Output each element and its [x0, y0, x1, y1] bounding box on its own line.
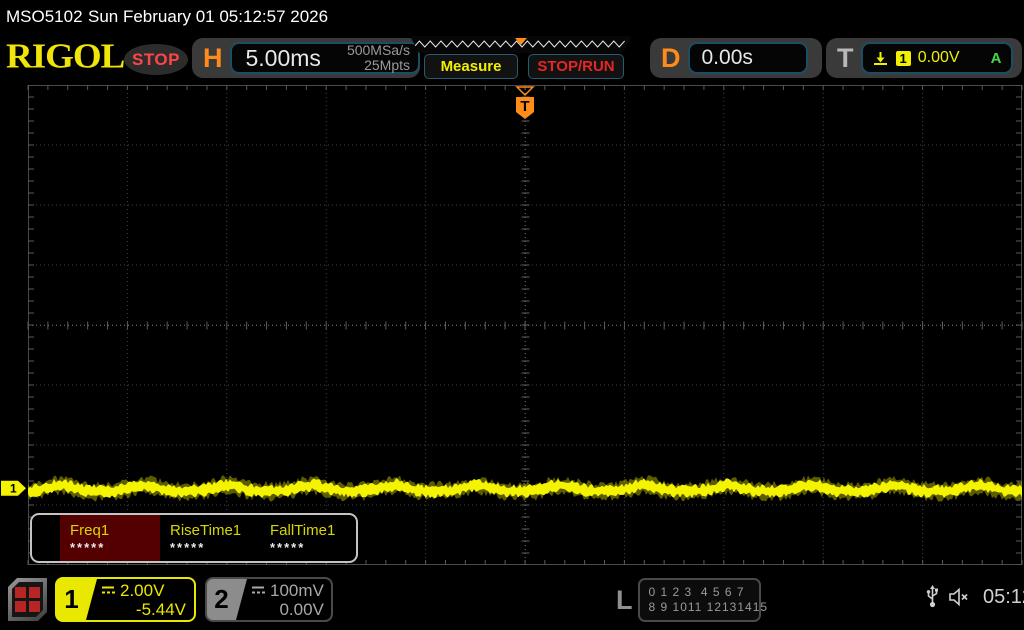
channel1-offset: -5.44V [135, 599, 186, 619]
channel2-scale: 100mV [270, 580, 324, 600]
channel1-status-box[interactable]: 1 2.00V -5.44V [55, 577, 196, 622]
logic-channels-box[interactable]: 0 1 2 3 4 5 6 7 8 9 1011 12131415 [637, 578, 769, 622]
measurement-panel[interactable]: Freq1 ***** RiseTime1 ***** FallTime1 **… [30, 513, 358, 563]
trigger-mode-auto: A [990, 49, 1002, 67]
measurement-value: ***** [170, 539, 206, 555]
memory-depth: 25Mpts [364, 57, 410, 73]
channel1-scale: 2.00V [120, 580, 165, 600]
trigger-level-value: 0.00V [917, 49, 960, 66]
dc-coupling-icon [252, 586, 265, 594]
scope-display[interactable]: T1 [0, 85, 1024, 565]
trigger-source-badge: 1 [895, 50, 911, 66]
waveform-overview-bar[interactable] [410, 36, 632, 53]
run-state-indicator[interactable]: STOP [124, 44, 188, 75]
measurement-risetime1[interactable]: RiseTime1 ***** [160, 515, 260, 561]
trigger-label: T [837, 42, 854, 73]
measurement-name: FallTime1 [270, 521, 336, 539]
overview-zigzag [410, 36, 632, 53]
horizontal-settings-group[interactable]: H 5.00ms 500MSa/s 25Mpts [192, 38, 420, 78]
usb-icon [926, 585, 938, 608]
channel2-offset: 0.00V [279, 599, 324, 619]
sound-muted-icon[interactable] [948, 587, 974, 607]
clock-time: 05:12 [983, 585, 1024, 608]
timebase-value: 5.00ms [245, 44, 321, 71]
sample-rate: 500MSa/s [346, 42, 410, 59]
rigol-logo: RIGOL [6, 37, 125, 76]
channel1-number[interactable]: 1 [57, 579, 86, 620]
model-name: MSO5102 [6, 7, 83, 26]
measure-button[interactable]: Measure [424, 54, 518, 79]
delay-value: 0.00s [701, 46, 753, 69]
measurement-name: RiseTime1 [170, 521, 242, 539]
logic-label: L [616, 584, 633, 615]
header-bar: RIGOL STOP H 5.00ms 500MSa/s 25Mpts Measu… [0, 33, 1024, 81]
trigger-box[interactable]: 1 0.00V A [860, 42, 1013, 74]
timebase-box[interactable]: 5.00ms 500MSa/s 25Mpts [229, 42, 420, 74]
status-icons: 05:12 [926, 585, 1024, 609]
delay-settings-group[interactable]: D 0.00s [650, 38, 822, 78]
svg-text:T: T [520, 98, 529, 115]
dc-coupling-icon [102, 586, 115, 594]
delay-box[interactable]: 0.00s [687, 42, 808, 74]
measurement-freq1[interactable]: Freq1 ***** [60, 515, 160, 561]
logic-row-0-7: 0 1 2 3 4 5 6 7 [648, 585, 745, 599]
title-bar: MSO5102 Sun February 01 05:12:57 2026 [0, 0, 1024, 33]
measurement-name: Freq1 [70, 521, 110, 539]
logic-channels-group[interactable]: L 0 1 2 3 4 5 6 7 8 9 1011 12131415 [616, 578, 769, 622]
delay-label: D [661, 42, 681, 73]
horizontal-label: H [203, 42, 223, 73]
system-datetime: Sun February 01 05:12:57 2026 [88, 7, 329, 26]
stop-run-button[interactable]: STOP/RUN [528, 54, 624, 79]
channel2-number[interactable]: 2 [207, 579, 236, 620]
measurement-value: ***** [70, 539, 106, 555]
svg-text:1: 1 [10, 482, 17, 496]
sample-rate-depth: 500MSa/s 25Mpts [347, 43, 410, 72]
grid-squares-icon [12, 582, 43, 617]
channel-menu-button[interactable] [8, 578, 47, 621]
logic-row-8-15: 8 9 1011 12131415 [648, 600, 769, 614]
channel2-status-box[interactable]: 2 100mV 0.00V [205, 577, 333, 622]
trigger-slope-falling-icon [873, 51, 887, 65]
measurement-value: ***** [270, 539, 306, 555]
measurement-falltime1[interactable]: FallTime1 ***** [260, 515, 356, 561]
bottom-bar: 1 2.00V -5.44V 2 100mV 0.00V L 0 1 2 3 4… [0, 575, 1024, 630]
trigger-settings-group[interactable]: T 1 0.00V A [826, 38, 1022, 78]
